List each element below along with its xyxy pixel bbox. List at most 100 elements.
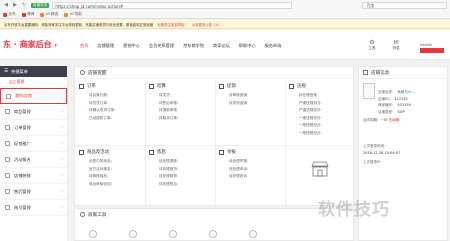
sidebar-item-products[interactable]: 商品管理 › bbox=[0, 104, 67, 120]
renew-link[interactable]: 去续期 bbox=[389, 118, 400, 122]
reminder-row[interactable]: 待审核商品： bbox=[79, 173, 143, 181]
sidebar-item-decoration[interactable]: 店铺装修 › bbox=[0, 168, 67, 184]
reminder-row[interactable]: 一般违规扣分： bbox=[289, 115, 353, 123]
sidebar-item-events[interactable]: 活动报名 › bbox=[0, 152, 67, 168]
reminder-row[interactable]: 待处理举报： bbox=[219, 158, 283, 166]
tool-icon[interactable] bbox=[129, 230, 137, 238]
reminder-row[interactable]: 待处理违规： bbox=[289, 92, 353, 100]
shop-icon bbox=[6, 93, 11, 99]
service-icon bbox=[149, 149, 154, 155]
nav-tab-market[interactable]: 服务市场 bbox=[265, 43, 282, 49]
sidebar-item-promotion[interactable]: 促销推广 › bbox=[0, 136, 67, 152]
nav-tab-members[interactable]: 会员关系管理 bbox=[149, 43, 174, 49]
sidebar-item-orders[interactable]: 订单管理 › bbox=[0, 120, 67, 136]
browser-chrome: ◀ ▶ ↻ 百度安全 https://shop.jd.com/index.act… bbox=[0, 0, 450, 19]
reminder-row[interactable]: 待处理维修： bbox=[149, 173, 213, 181]
favicon-icon bbox=[21, 12, 26, 17]
service-icon bbox=[5, 189, 10, 194]
chevron-right-icon: › bbox=[61, 189, 63, 194]
reminder-row[interactable]: 待发布促销： bbox=[219, 100, 283, 108]
url-bar[interactable]: https://shop.jd.com/index.action# bbox=[52, 1, 293, 9]
section-promotion: 促销 待审核促销： 待发布促销： bbox=[219, 83, 283, 107]
tool-icon[interactable] bbox=[89, 230, 97, 238]
list-icon: ☰ bbox=[4, 69, 9, 74]
reminder-row[interactable]: 待发货： bbox=[149, 92, 213, 100]
sidebar-sub-item[interactable]: 店工管理 bbox=[0, 77, 67, 88]
grid-icon bbox=[80, 212, 85, 217]
sidebar: ☰ 快捷菜单 店工管理 我的店铺 › 商品管理 › 订单管理 › 促销推广 › 活动报名 ›… bbox=[0, 66, 68, 241]
tool-icon[interactable] bbox=[209, 230, 217, 238]
reminder-row[interactable]: 一般违规扣分： bbox=[289, 122, 353, 130]
reminder-row[interactable]: 待处理退款： bbox=[149, 158, 213, 166]
reminder-row[interactable]: 待处理换货： bbox=[149, 166, 213, 174]
favicon-icon bbox=[40, 12, 45, 17]
bookmark-item[interactable]: 京东 bbox=[3, 12, 16, 17]
section-violations: 违规 待处理违规： 严重违规扣分： 严重违规扣分： 一般违规扣分： 一般违规扣分… bbox=[289, 83, 353, 137]
chevron-down-icon: ▾ bbox=[54, 43, 57, 49]
reminder-row[interactable]: 已经退款订单： bbox=[79, 115, 143, 123]
notice-warning[interactable]: 近期关注安全风险！ bbox=[157, 22, 188, 27]
panel-title: 店铺提醒 bbox=[75, 67, 353, 79]
logo[interactable]: 东 · 商家后台 ▾ bbox=[3, 39, 57, 50]
shop-name-link[interactable]: 秋枫与小... bbox=[398, 90, 415, 94]
tool-icon[interactable] bbox=[249, 230, 257, 238]
tools-button[interactable]: ⚙ 工具 bbox=[365, 39, 379, 51]
reminder-row[interactable]: 待确认收货订单： bbox=[79, 107, 143, 115]
sidebar-item-account[interactable]: 账号管理 › bbox=[0, 200, 67, 216]
reminder-row[interactable]: 严重违规扣分： bbox=[289, 100, 353, 108]
reminder-row[interactable]: 官方活动报名： bbox=[79, 166, 143, 174]
divider bbox=[145, 81, 146, 205]
nav-tab-marketing[interactable]: 营销中心 bbox=[123, 43, 140, 49]
user-name[interactable]: hendo bbox=[420, 42, 432, 47]
secure-badge: 百度安全 bbox=[31, 2, 50, 8]
user-menu-bar[interactable] bbox=[420, 48, 444, 53]
reminder-row[interactable]: 出售中的商品： bbox=[79, 158, 143, 166]
reminder-row[interactable]: 待处理投诉： bbox=[219, 173, 283, 181]
user-icon bbox=[5, 205, 10, 210]
reminder-row[interactable]: 待售后审核： bbox=[149, 100, 213, 108]
bookmark-item[interactable]: UC精选 bbox=[40, 12, 58, 17]
messages-button[interactable]: ✉ 消息 bbox=[389, 39, 403, 51]
chevron-right-icon: › bbox=[61, 109, 63, 114]
reminder-row[interactable]: 待买家付款： bbox=[79, 92, 143, 100]
nav-tab-forum[interactable]: 商家论坛 bbox=[213, 43, 230, 49]
wallet-icon bbox=[149, 83, 154, 89]
reminder-row[interactable]: 商品审核驳回： bbox=[79, 181, 143, 189]
tool-icon[interactable] bbox=[169, 230, 177, 238]
browser-search-input[interactable]: 百度 bbox=[362, 1, 448, 9]
refresh-icon[interactable]: ↻ bbox=[21, 2, 27, 8]
reminder-row[interactable]: 严重违规扣分： bbox=[289, 107, 353, 115]
reminder-row[interactable]: 待处理售后： bbox=[149, 181, 213, 189]
reminder-row[interactable]: 待发货订单： bbox=[79, 100, 143, 108]
notice-text: 京东开放平台重要通知：请各商家关注平台规则更新，完善店铺资质与安全设置，避免影响… bbox=[4, 22, 154, 27]
notice-more-link[interactable]: 以及更多公告（5） bbox=[192, 22, 221, 27]
shop-name-row: 店铺名称： 秋枫与小... bbox=[378, 90, 415, 94]
bookmark-item[interactable]: UC导航 bbox=[64, 12, 82, 17]
reminder-row[interactable]: 待取消订单： bbox=[149, 115, 213, 123]
section-reports: 举报 待处理举报： 待处理申诉： 待处理投诉： bbox=[219, 149, 283, 181]
back-icon[interactable]: ◀ bbox=[3, 2, 9, 8]
clock-icon bbox=[80, 70, 85, 75]
reminder-row[interactable]: 一般违规扣分： bbox=[289, 130, 353, 138]
nav-tab-help[interactable]: 帮助中心 bbox=[239, 43, 256, 49]
nav-tab-academy[interactable]: 京东商学院 bbox=[183, 43, 204, 49]
reminder-row[interactable]: 待审核促销： bbox=[219, 92, 283, 100]
forward-icon[interactable]: ▶ bbox=[12, 2, 18, 8]
storefront-icon bbox=[311, 161, 329, 177]
sidebar-item-my-shop[interactable]: 我的店铺 › bbox=[0, 88, 67, 104]
divider bbox=[75, 145, 353, 146]
chevron-right-icon: › bbox=[61, 205, 63, 210]
reminder-row[interactable]: 待退款审核： bbox=[149, 107, 213, 115]
bookmark-item[interactable]: 微博 bbox=[21, 12, 34, 17]
contract-row: 合同到期：一年 去续期 bbox=[363, 118, 400, 122]
nav-tab-home[interactable]: 首页 bbox=[80, 43, 88, 49]
order-icon bbox=[5, 125, 10, 130]
reminder-row[interactable]: 待处理申诉： bbox=[219, 166, 283, 174]
box-icon bbox=[5, 109, 10, 114]
sidebar-item-after-sales[interactable]: 售后管理 › bbox=[0, 184, 67, 200]
section-settlement: 结算 待发货： 待售后审核： 待退款审核： 待取消订单： bbox=[149, 83, 213, 122]
nav-tab-shop[interactable]: 店铺管理 bbox=[97, 43, 114, 49]
top-nav: 首页 店铺管理 营销中心 会员关系管理 京东商学院 商家论坛 帮助中心 服务市场 bbox=[80, 43, 290, 49]
shop-avatar[interactable] bbox=[363, 83, 375, 99]
favicon-icon bbox=[64, 12, 69, 17]
